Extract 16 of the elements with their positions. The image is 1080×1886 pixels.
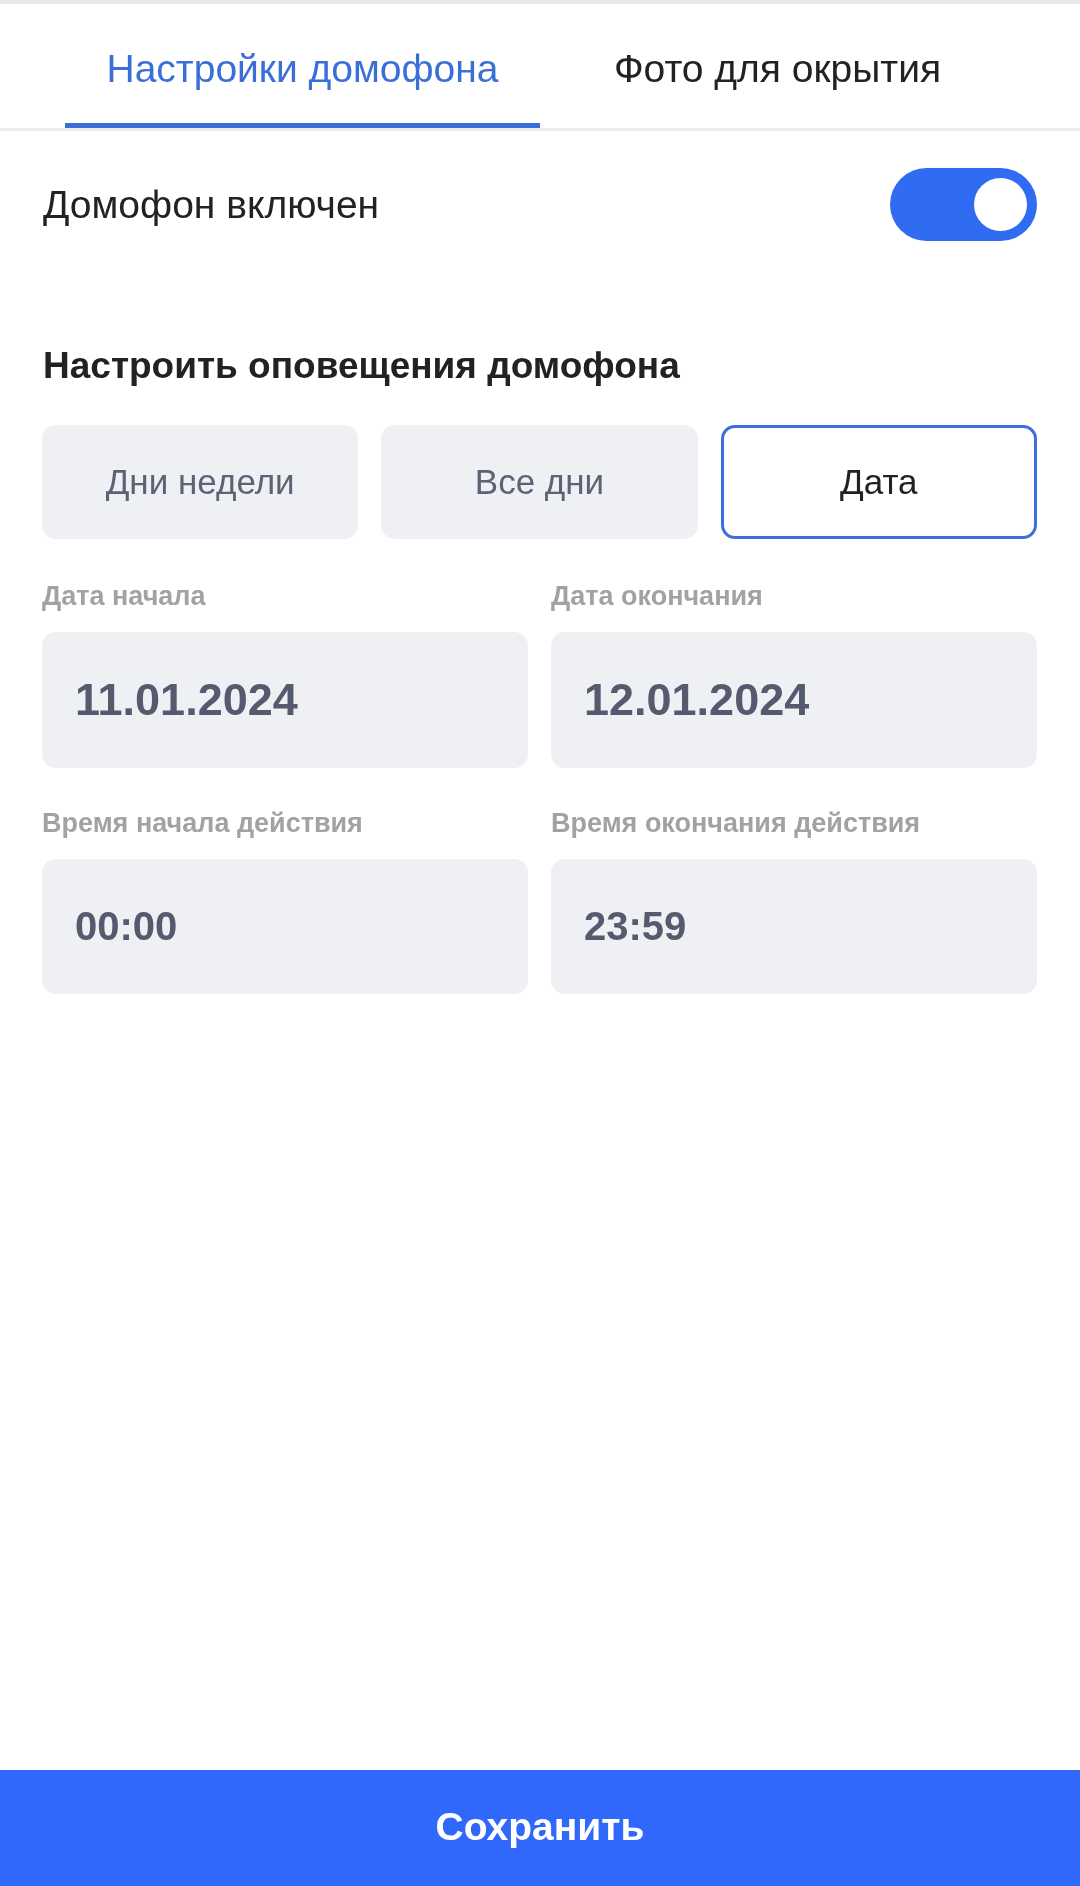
tab[interactable]: Настройки домофона — [65, 4, 540, 128]
date-field[interactable]: 11.01.2024 — [42, 632, 528, 768]
field-label: Время начала действия — [42, 807, 364, 840]
mode-option[interactable]: Дни недели — [42, 425, 359, 539]
field-label: Дата начала — [42, 580, 207, 613]
tab[interactable]: Фото для окрытия — [540, 4, 1015, 128]
field-label: Дата окончания — [551, 580, 764, 613]
time-field[interactable]: 00:00 — [42, 859, 528, 994]
date-field[interactable]: 12.01.2024 — [551, 632, 1037, 768]
toggle-label: Домофон включен — [43, 182, 380, 227]
field-label: Время окончания действия — [551, 807, 922, 840]
mode-option[interactable]: Дата — [720, 425, 1037, 539]
section-heading: Настроить оповещения домофона — [43, 344, 681, 388]
time-field[interactable]: 23:59 — [551, 859, 1037, 994]
mode-option[interactable]: Все дни — [381, 425, 698, 539]
save-button[interactable]: Сохранить — [0, 1770, 1080, 1886]
